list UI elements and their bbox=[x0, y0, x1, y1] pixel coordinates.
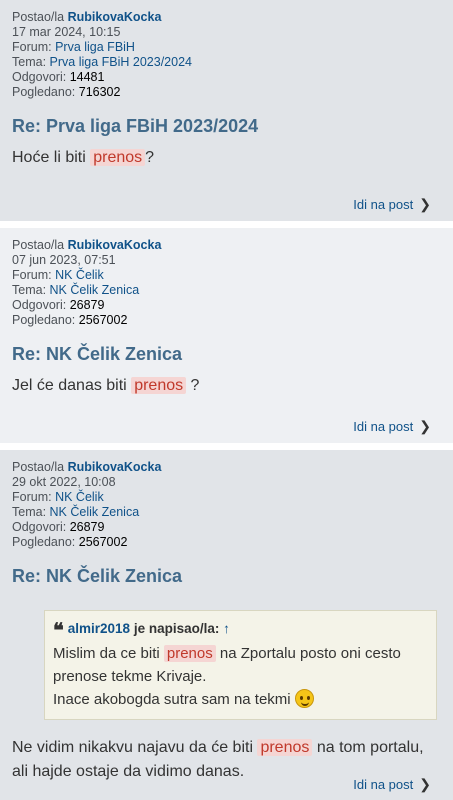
forum-label: Forum: bbox=[12, 40, 52, 54]
replies-count: 14481 bbox=[69, 70, 105, 84]
forum-label: Forum: bbox=[12, 490, 52, 504]
author-link[interactable]: RubikovaKocka bbox=[68, 460, 162, 474]
quote-text-part: Inace akobogda sutra sam na tekmi bbox=[53, 691, 295, 708]
content-text: Ne vidim nikakvu najavu da će biti bbox=[12, 739, 258, 756]
quote-source-arrow-icon[interactable]: ↑ bbox=[223, 621, 230, 636]
content-text: Jel će danas biti bbox=[12, 377, 132, 394]
goto-post-link[interactable]: Idi na post ❯ bbox=[353, 418, 431, 435]
replies-label: Odgovori: bbox=[12, 70, 67, 84]
post-content: Hoće li biti prenos? bbox=[12, 146, 441, 170]
goto-post-label: Idi na post bbox=[353, 419, 414, 434]
quote-header: ❝ almir2018 je napisao/la: ↑ bbox=[53, 617, 428, 642]
post-meta: Postao/la RubikovaKocka 17 mar 2024, 10:… bbox=[12, 10, 441, 100]
chevron-right-icon: ❯ bbox=[419, 418, 431, 434]
topic-label: Tema: bbox=[12, 505, 47, 519]
author-prefix: Postao/la bbox=[12, 10, 65, 24]
content-text: Hoće li biti bbox=[12, 149, 91, 166]
search-highlight: prenos bbox=[257, 739, 313, 756]
goto-post-link[interactable]: Idi na post ❯ bbox=[353, 196, 431, 213]
quote-author-link[interactable]: almir2018 bbox=[68, 621, 130, 636]
topic-link[interactable]: Prva liga FBiH 2023/2024 bbox=[50, 55, 192, 69]
forum-label: Forum: bbox=[12, 268, 52, 282]
quote-text: Mislim da ce biti prenos na Zportalu pos… bbox=[53, 642, 428, 688]
post-content: Jel će danas biti prenos ? bbox=[12, 374, 441, 398]
replies-label: Odgovori: bbox=[12, 520, 67, 534]
post-title[interactable]: Re: NK Čelik Zenica bbox=[12, 564, 441, 588]
post-meta: Postao/la RubikovaKocka 07 jun 2023, 07:… bbox=[12, 238, 441, 328]
wink-smiley-icon bbox=[294, 689, 314, 708]
search-highlight: prenos bbox=[90, 149, 146, 166]
post-date: 17 mar 2024, 10:15 bbox=[12, 25, 121, 39]
replies-count: 26879 bbox=[69, 298, 105, 312]
post-2: Postao/la RubikovaKocka 07 jun 2023, 07:… bbox=[0, 228, 453, 443]
topic-link[interactable]: NK Čelik Zenica bbox=[50, 505, 140, 519]
content-text: ? bbox=[186, 377, 200, 394]
goto-post-link[interactable]: Idi na post ❯ bbox=[353, 776, 431, 793]
replies-label: Odgovori: bbox=[12, 298, 67, 312]
forum-link[interactable]: Prva liga FBiH bbox=[55, 40, 135, 54]
content-text: ? bbox=[145, 149, 155, 166]
author-prefix: Postao/la bbox=[12, 238, 65, 252]
views-label: Pogledano: bbox=[12, 535, 76, 549]
post-3: Postao/la RubikovaKocka 29 okt 2022, 10:… bbox=[0, 450, 453, 800]
views-count: 2567002 bbox=[78, 313, 128, 327]
post-date: 07 jun 2023, 07:51 bbox=[12, 253, 116, 267]
quote-text: Inace akobogda sutra sam na tekmi bbox=[53, 688, 428, 711]
views-count: 716302 bbox=[78, 85, 121, 99]
forum-link[interactable]: NK Čelik bbox=[55, 268, 104, 282]
views-count: 2567002 bbox=[78, 535, 128, 549]
author-link[interactable]: RubikovaKocka bbox=[68, 10, 162, 24]
search-highlight: prenos bbox=[163, 645, 216, 662]
quote-wrote-label: je napisao/la: bbox=[133, 621, 220, 636]
goto-post-label: Idi na post bbox=[353, 197, 414, 212]
search-highlight: prenos bbox=[131, 377, 187, 394]
post-1: Postao/la RubikovaKocka 17 mar 2024, 10:… bbox=[0, 0, 453, 221]
quote-icon: ❝ bbox=[53, 618, 64, 642]
post-meta: Postao/la RubikovaKocka 29 okt 2022, 10:… bbox=[12, 460, 441, 550]
topic-label: Tema: bbox=[12, 55, 47, 69]
author-link[interactable]: RubikovaKocka bbox=[68, 238, 162, 252]
chevron-right-icon: ❯ bbox=[419, 776, 431, 792]
topic-label: Tema: bbox=[12, 283, 47, 297]
post-date: 29 okt 2022, 10:08 bbox=[12, 475, 116, 489]
post-title[interactable]: Re: Prva liga FBiH 2023/2024 bbox=[12, 114, 441, 138]
replies-count: 26879 bbox=[69, 520, 105, 534]
quote-text-part: Mislim da ce biti bbox=[53, 645, 164, 662]
forum-link[interactable]: NK Čelik bbox=[55, 490, 104, 504]
topic-link[interactable]: NK Čelik Zenica bbox=[50, 283, 140, 297]
views-label: Pogledano: bbox=[12, 85, 76, 99]
goto-post-label: Idi na post bbox=[353, 777, 414, 792]
chevron-right-icon: ❯ bbox=[419, 196, 431, 212]
quote-block: ❝ almir2018 je napisao/la: ↑ Mislim da ce… bbox=[44, 610, 437, 720]
post-title[interactable]: Re: NK Čelik Zenica bbox=[12, 342, 441, 366]
author-prefix: Postao/la bbox=[12, 460, 65, 474]
views-label: Pogledano: bbox=[12, 313, 76, 327]
